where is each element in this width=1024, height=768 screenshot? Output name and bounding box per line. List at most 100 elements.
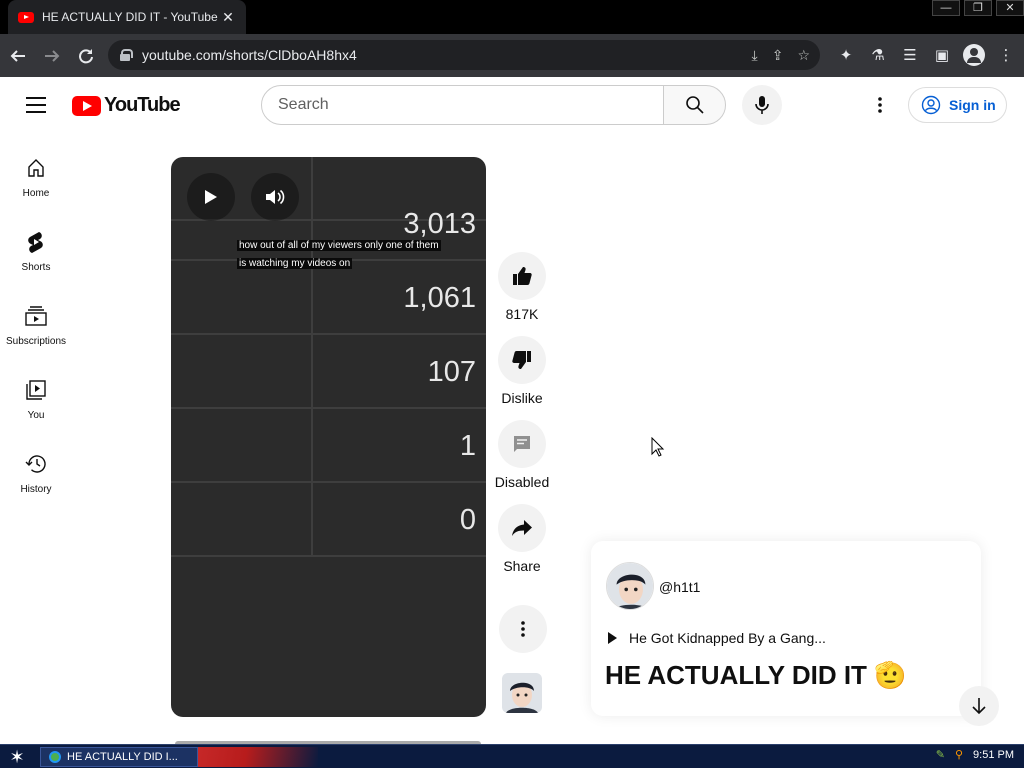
comment-icon: [514, 436, 530, 452]
mini-guide: Home Shorts Subscriptions You History: [0, 146, 72, 516]
labs-flask-icon[interactable]: ⚗: [866, 40, 890, 70]
more-actions-button[interactable]: [499, 605, 547, 653]
channel-avatar-small[interactable]: [502, 673, 542, 713]
video-table-row: 0: [171, 483, 486, 557]
start-menu-icon[interactable]: ✶: [6, 747, 28, 767]
short-title: HE ACTUALLY DID IT 🫡: [605, 660, 907, 690]
browser-tab[interactable]: HE ACTUALLY DID IT - YouTube ✕: [8, 0, 246, 34]
video-table-value: 1: [459, 430, 476, 462]
share-action: Share: [494, 504, 550, 574]
guide-label-subscriptions: Subscriptions: [5, 336, 67, 347]
search-input[interactable]: [278, 96, 663, 114]
window-controls: — ❐ ✕: [928, 0, 1024, 18]
comments-button[interactable]: [498, 420, 546, 468]
arrow-down-icon: [972, 698, 986, 715]
playlist-link[interactable]: He Got Kidnapped By a Gang...: [608, 630, 826, 646]
extensions-icon[interactable]: ✦: [834, 40, 858, 70]
channel-avatar[interactable]: [606, 562, 654, 610]
taskbar-window-label: HE ACTUALLY DID I...: [67, 751, 178, 763]
install-app-icon[interactable]: ⤓: [752, 47, 758, 64]
guide-item-shorts[interactable]: Shorts: [0, 220, 72, 294]
youtube-favicon-icon: [18, 11, 34, 23]
lock-icon: [120, 49, 133, 61]
guide-item-you[interactable]: You: [0, 368, 72, 442]
like-button[interactable]: [498, 252, 546, 300]
side-panel-icon[interactable]: ▣: [930, 40, 954, 70]
channel-handle[interactable]: @h1t1: [659, 579, 700, 595]
youtube-logo[interactable]: YouTube: [72, 94, 181, 117]
voice-search-button[interactable]: [742, 85, 782, 125]
minimize-button[interactable]: —: [932, 0, 960, 16]
profile-avatar-icon: [963, 44, 985, 66]
more-vertical-icon: [521, 621, 525, 637]
video-table-row: 1: [171, 409, 486, 483]
play-icon: [205, 190, 217, 204]
os-taskbar: ✶ HE ACTUALLY DID I... ✎ ⚲ 9:51 PM: [0, 744, 1024, 768]
comments-action: Disabled: [494, 420, 550, 490]
volume-button[interactable]: [251, 173, 299, 221]
close-window-button[interactable]: ✕: [996, 0, 1024, 16]
video-table-row: 1,061: [171, 261, 486, 335]
search-button[interactable]: [663, 85, 726, 125]
tab-close-icon[interactable]: ✕: [220, 9, 236, 26]
thumbs-up-icon: [513, 267, 532, 285]
play-button[interactable]: [187, 173, 235, 221]
account-circle-icon: [921, 95, 941, 115]
forward-button[interactable]: [36, 40, 68, 72]
guide-item-subscriptions[interactable]: Subscriptions: [0, 294, 72, 368]
video-table-row: 107: [171, 335, 486, 409]
subscriptions-icon: [24, 304, 48, 328]
youtube-wordmark: YouTube: [104, 94, 181, 116]
bookmark-star-icon[interactable]: ☆: [797, 47, 810, 64]
network-icon[interactable]: ✎: [936, 748, 945, 761]
system-tray: ✎ ⚲ 9:51 PM: [936, 748, 1014, 762]
search-icon: [685, 96, 704, 114]
clock[interactable]: 9:51 PM: [973, 749, 1014, 761]
share-label: Share: [503, 558, 541, 574]
shorts-icon: [24, 230, 48, 254]
restore-button[interactable]: ❐: [964, 0, 992, 16]
youtube-header: YouTube Sign in: [0, 77, 1024, 133]
dislike-button[interactable]: [498, 336, 546, 384]
share-button[interactable]: [498, 504, 546, 552]
like-action: 817K: [494, 252, 550, 322]
back-button[interactable]: [2, 40, 34, 72]
reload-icon: [79, 48, 93, 63]
channel-avatar-image: [502, 673, 542, 713]
channel-avatar-image: [607, 563, 653, 609]
tab-title: HE ACTUALLY DID IT - YouTube: [42, 10, 218, 24]
video-caption: how out of all of my viewers only one of…: [237, 235, 447, 271]
guide-menu-icon[interactable]: [26, 97, 46, 113]
home-icon: [24, 156, 48, 180]
address-bar[interactable]: youtube.com/shorts/ClDboAH8hx4 ⤓ ⇪ ☆: [108, 40, 820, 70]
playlist-title: He Got Kidnapped By a Gang...: [629, 630, 826, 646]
sign-in-label: Sign in: [949, 97, 996, 113]
you-icon: [24, 378, 48, 402]
media-queue-icon[interactable]: ☰: [898, 40, 922, 70]
shorts-video-player[interactable]: — 3,013 1,061 107 1 0 how out of all of …: [171, 157, 486, 717]
guide-item-history[interactable]: History: [0, 442, 72, 516]
guide-label-home: Home: [22, 188, 50, 199]
taskbar-decoration: [198, 747, 318, 767]
settings-more-icon[interactable]: [868, 93, 892, 117]
search-box: [261, 85, 664, 125]
video-table-value: 107: [427, 356, 476, 388]
guide-item-home[interactable]: Home: [0, 146, 72, 220]
url-text: youtube.com/shorts/ClDboAH8hx4: [142, 47, 357, 63]
sign-in-button[interactable]: Sign in: [908, 87, 1007, 123]
playlist-play-icon: [608, 632, 617, 644]
tray-search-icon[interactable]: ⚲: [955, 748, 963, 761]
browser-tabstrip: HE ACTUALLY DID IT - YouTube ✕ — ❐ ✕: [0, 0, 1024, 34]
thumbs-down-icon: [512, 351, 531, 369]
mouse-cursor-icon: [651, 437, 665, 457]
profile-button[interactable]: [962, 40, 986, 70]
next-short-button[interactable]: [959, 686, 999, 726]
forward-arrow-icon: [45, 49, 60, 62]
caption-text: how out of all of my viewers only one of…: [237, 240, 441, 269]
browser-toolbar: youtube.com/shorts/ClDboAH8hx4 ⤓ ⇪ ☆ ✦ ⚗…: [0, 34, 1024, 77]
reload-button[interactable]: [70, 40, 102, 72]
taskbar-window-chrome[interactable]: HE ACTUALLY DID I...: [40, 747, 198, 767]
guide-label-you: You: [27, 410, 45, 421]
share-page-icon[interactable]: ⇪: [772, 47, 784, 64]
chrome-menu-icon[interactable]: ⋮: [994, 40, 1018, 70]
